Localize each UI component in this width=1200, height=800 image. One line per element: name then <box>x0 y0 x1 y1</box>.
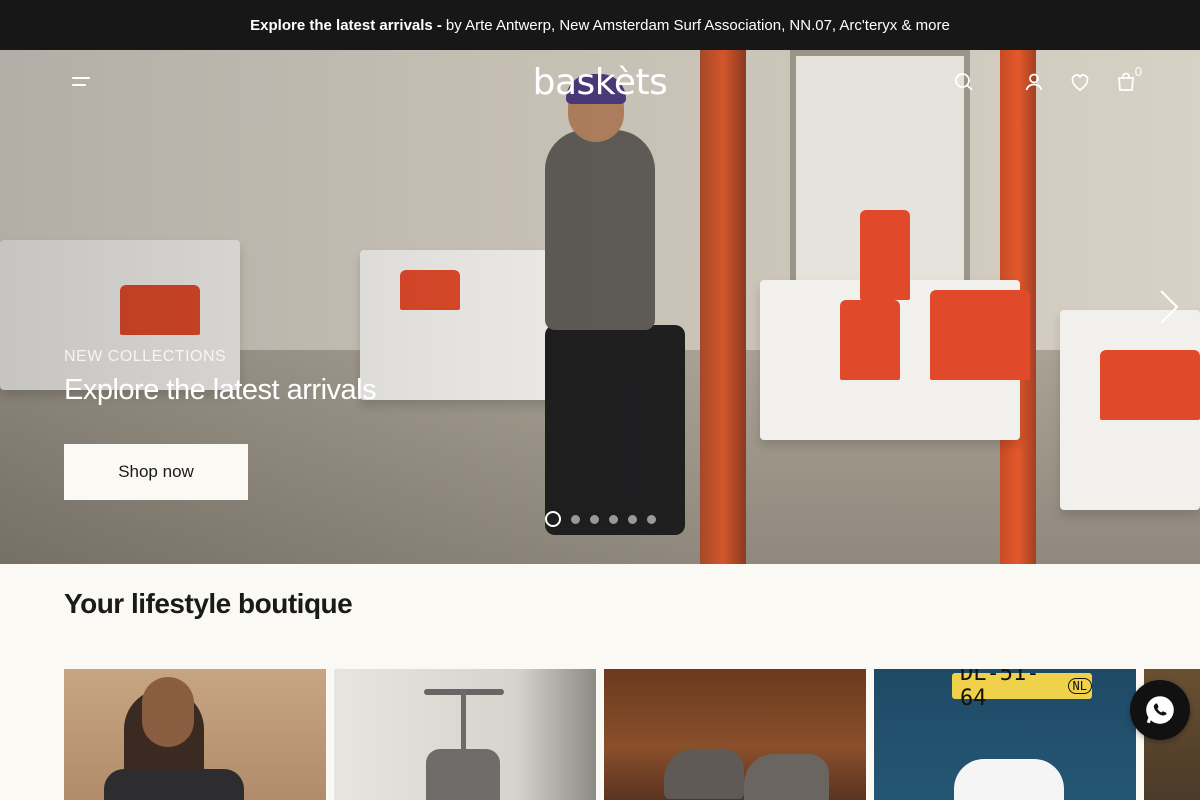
lifestyle-card-4[interactable]: DL-51-64 NL <box>874 669 1136 800</box>
lifestyle-cards: DL-51-64 NL <box>64 669 1200 800</box>
cart-icon[interactable]: 0 <box>1114 64 1142 94</box>
whatsapp-icon <box>1146 696 1174 724</box>
announcement-bar[interactable]: Explore the latest arrivals - by Arte An… <box>0 0 1200 50</box>
lifestyle-card-1[interactable] <box>64 669 326 800</box>
license-plate-country: NL <box>1067 678 1092 694</box>
menu-icon[interactable] <box>70 72 94 92</box>
account-icon[interactable] <box>1022 70 1046 94</box>
header-actions: 0 <box>952 64 1142 94</box>
card-image-garment <box>426 749 500 800</box>
license-plate-number: DL-51-64 <box>960 669 1040 711</box>
card-image-sneaker <box>744 754 829 800</box>
card-image-sneaker <box>664 749 744 799</box>
card-image-tshirt <box>954 759 1064 800</box>
hero-text: NEW COLLECTIONS Explore the latest arriv… <box>64 348 377 407</box>
section-title: Your lifestyle boutique <box>64 588 353 619</box>
brand-logo[interactable]: baskèts <box>525 62 675 106</box>
site-header: baskèts 0 <box>0 50 1200 116</box>
carousel-dot-1[interactable] <box>545 511 561 527</box>
carousel-dot-6[interactable] <box>647 514 656 524</box>
carousel-dot-5[interactable] <box>628 514 637 524</box>
license-plate: DL-51-64 NL <box>952 669 1092 711</box>
wishlist-icon[interactable] <box>1068 70 1092 94</box>
announcement-highlight: Explore the latest arrivals - <box>250 16 442 34</box>
whatsapp-chat-button[interactable] <box>1130 680 1190 740</box>
carousel-dot-3[interactable] <box>590 514 599 524</box>
announcement-text: by Arte Antwerp, New Amsterdam Surf Asso… <box>445 16 950 34</box>
search-icon[interactable] <box>952 70 976 94</box>
hero-headline: Explore the latest arrivals <box>64 374 377 406</box>
card-image-shirt <box>104 769 244 800</box>
cart-count-badge: 0 <box>1134 64 1142 79</box>
carousel-next-icon[interactable] <box>1155 288 1183 326</box>
lifestyle-card-2[interactable] <box>334 669 596 800</box>
card-image-face <box>142 677 194 747</box>
carousel-dot-4[interactable] <box>609 514 618 524</box>
carousel-dots <box>545 511 656 527</box>
shop-now-button[interactable]: Shop now <box>64 444 248 500</box>
hero-eyebrow: NEW COLLECTIONS <box>64 348 227 365</box>
lifestyle-card-3[interactable] <box>604 669 866 800</box>
carousel-dot-2[interactable] <box>571 514 580 524</box>
